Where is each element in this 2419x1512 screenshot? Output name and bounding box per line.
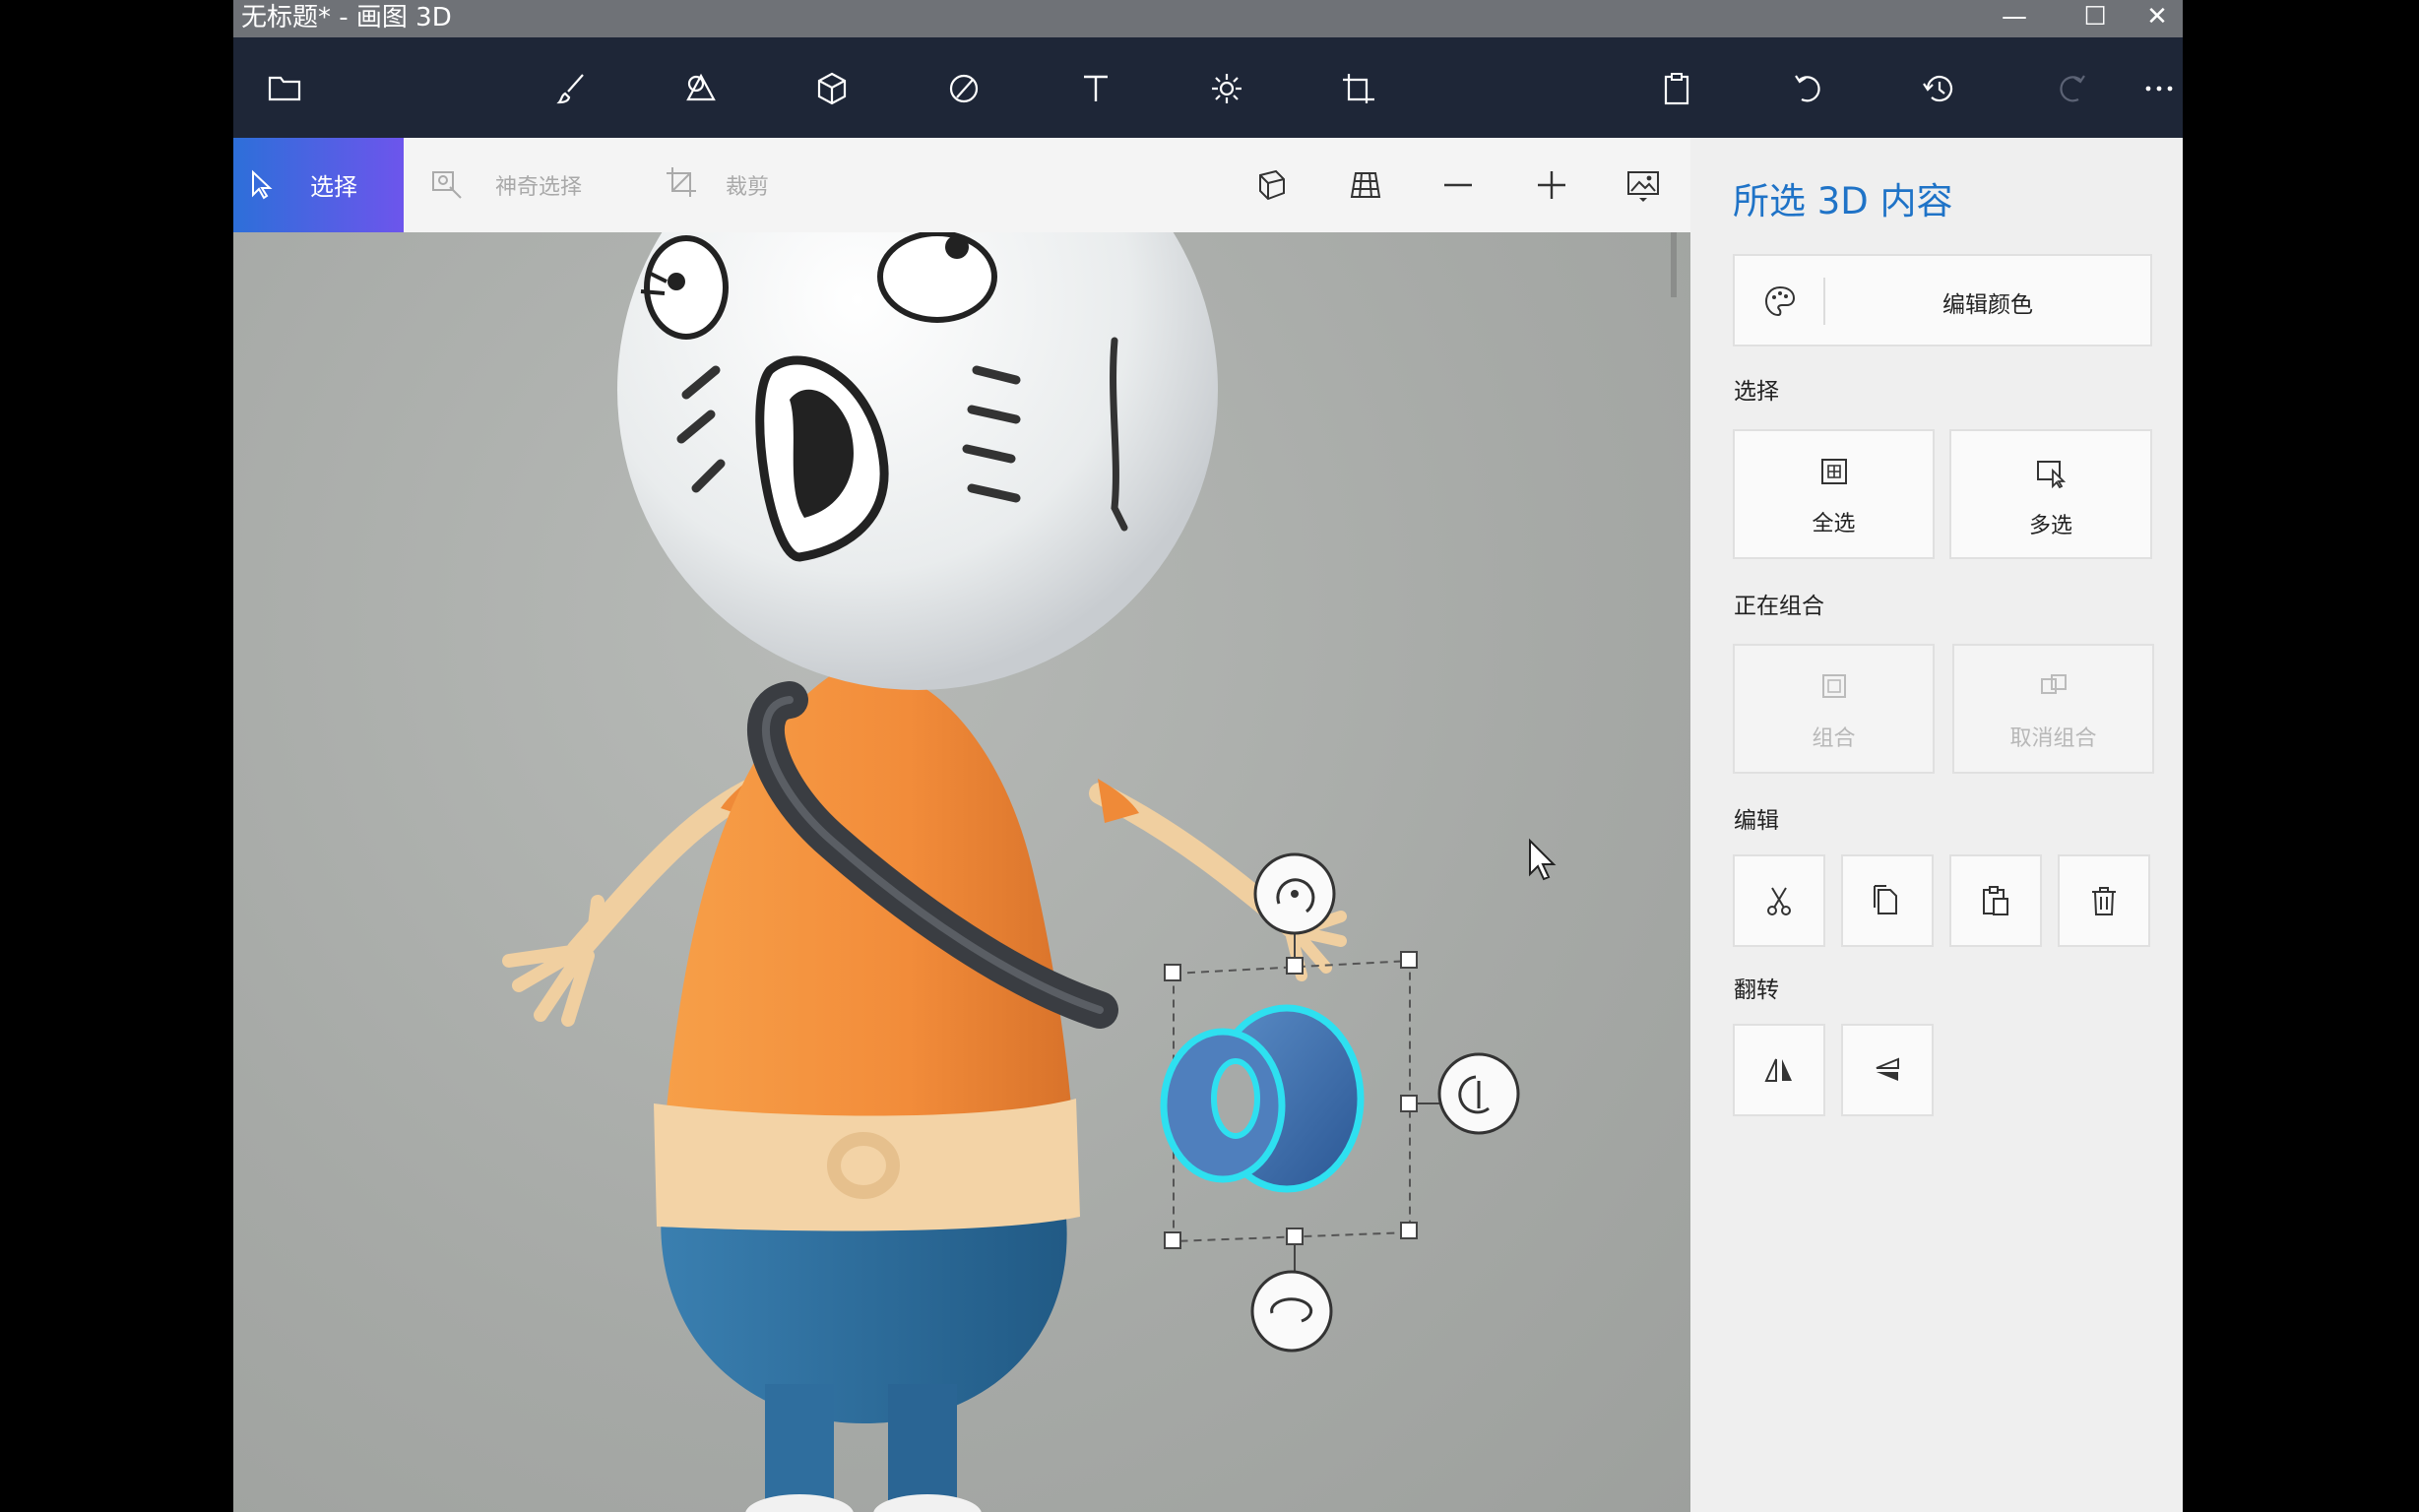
- paste-icon: [1983, 886, 2008, 915]
- edit-color-button[interactable]: 编辑颜色: [1733, 254, 2152, 346]
- panel-title: 所选 3D 内容: [1733, 180, 1953, 222]
- multi-select-icon: [2037, 461, 2067, 488]
- magic-select-icon: [432, 171, 462, 199]
- magic-select-label: 神奇选择: [495, 175, 583, 200]
- copy-icon: [1874, 885, 1897, 914]
- grid-view-icon: [1350, 172, 1381, 198]
- history-button[interactable]: [1908, 57, 1971, 120]
- brush-icon: [556, 74, 584, 104]
- title-bar: 无标题* - 画图 3D — ☐ ✕: [233, 0, 2183, 37]
- shirt: [657, 668, 1075, 1177]
- group-section-heading: 正在组合: [1734, 594, 1824, 619]
- canvas-button[interactable]: [1326, 57, 1389, 120]
- multi-select-button[interactable]: 多选: [1949, 429, 2152, 559]
- ungroup-button[interactable]: 取消组合: [1952, 644, 2154, 774]
- multi-select-label: 多选: [2028, 514, 2072, 538]
- history-icon: [1923, 76, 1953, 102]
- select-section-heading: 选择: [1734, 379, 1779, 405]
- 3d-view-button[interactable]: [1244, 158, 1300, 213]
- minimize-button[interactable]: —: [1970, 0, 2059, 37]
- belly: [654, 1099, 1080, 1231]
- vertical-scrollbar[interactable]: [1671, 232, 1677, 297]
- paint3d-window: 无标题* - 画图 3D — ☐ ✕ 选择 神奇选择 裁剪 所选 3D 内容 编…: [233, 0, 2183, 1512]
- selected-ring-object[interactable]: [1160, 1004, 1365, 1193]
- rotate-y-handle[interactable]: [1437, 1052, 1520, 1135]
- rotate-x-handle[interactable]: [1253, 852, 1336, 935]
- background-image-button[interactable]: [1616, 158, 1671, 213]
- more-icon: [2145, 86, 2173, 92]
- 2d-shapes-icon: [686, 73, 716, 101]
- text-button[interactable]: [1064, 57, 1127, 120]
- edit-section-heading: 编辑: [1734, 808, 1779, 834]
- grid-view-button[interactable]: [1338, 158, 1393, 213]
- ungroup-label: 取消组合: [2009, 726, 2097, 751]
- zoom-out-button[interactable]: [1431, 158, 1486, 213]
- app-bar: [233, 37, 2183, 138]
- zoom-in-icon: [1538, 171, 1565, 199]
- brushes-button[interactable]: [541, 57, 604, 120]
- mouse-cursor: [1529, 838, 1557, 881]
- pants: [661, 1207, 1067, 1423]
- 3d-canvas[interactable]: [233, 232, 1690, 1512]
- close-button[interactable]: ✕: [2132, 0, 2183, 37]
- zoom-in-button[interactable]: [1524, 158, 1579, 213]
- effects-button[interactable]: [1195, 57, 1258, 120]
- 3d-shapes-icon: [817, 72, 847, 105]
- group-label: 组合: [1812, 726, 1856, 751]
- flip-vertical-icon: [1876, 1057, 1899, 1081]
- delete-button[interactable]: [2058, 854, 2150, 947]
- crop-icon: [667, 167, 696, 197]
- left-shoe: [745, 1494, 854, 1512]
- edit-color-label: 编辑颜色: [1942, 292, 2033, 318]
- cut-icon: [1767, 887, 1791, 915]
- flip-horizontal-button[interactable]: [1733, 1024, 1825, 1116]
- select-all-label: 全选: [1812, 512, 1856, 536]
- delete-icon: [2092, 887, 2116, 915]
- select-tool-label: 选择: [310, 173, 357, 201]
- crop-label: 裁剪: [726, 175, 770, 200]
- selection-toolbar: 选择 神奇选择 裁剪: [233, 138, 1690, 232]
- head: [617, 232, 1218, 690]
- flip-section-heading: 翻转: [1734, 977, 1779, 1003]
- palette-icon: [1764, 285, 1796, 317]
- select-all-button[interactable]: 全选: [1733, 429, 1935, 559]
- stickers-icon: [949, 74, 979, 103]
- 3d-shapes-button[interactable]: [800, 57, 863, 120]
- folder-icon: [268, 76, 301, 101]
- redo-icon: [2060, 75, 2085, 102]
- cut-button[interactable]: [1733, 854, 1825, 947]
- zoom-out-icon: [1444, 183, 1472, 187]
- group-button[interactable]: 组合: [1733, 644, 1935, 774]
- canvas-icon: [1343, 74, 1374, 103]
- redo-button[interactable]: [2040, 57, 2103, 120]
- right-leg: [888, 1384, 957, 1512]
- properties-panel: 所选 3D 内容 编辑颜色 选择 全选 多选 正在组合 组合 取消组合 编辑 翻…: [1690, 138, 2183, 1512]
- stickers-button[interactable]: [932, 57, 995, 120]
- select-tool-button[interactable]: 选择: [233, 138, 404, 232]
- left-leg: [765, 1384, 834, 1512]
- ungroup-icon: [2040, 674, 2067, 694]
- menu-folder-button[interactable]: [253, 57, 316, 120]
- paste-icon: [1664, 73, 1689, 105]
- paste-panel-button[interactable]: [1949, 854, 2042, 947]
- effects-icon: [1212, 74, 1241, 103]
- undo-icon: [1795, 75, 1820, 102]
- select-all-icon: [1820, 459, 1847, 484]
- flip-horizontal-icon: [1764, 1058, 1792, 1082]
- flip-vertical-button[interactable]: [1841, 1024, 1934, 1116]
- more-button[interactable]: [2128, 57, 2183, 120]
- window-title: 无标题* - 画图 3D: [241, 3, 452, 32]
- cursor-icon: [252, 169, 273, 200]
- 3d-scene[interactable]: [233, 232, 1690, 1512]
- text-icon: [1084, 75, 1108, 101]
- rotate-z-handle[interactable]: [1250, 1270, 1333, 1353]
- 3d-view-icon: [1259, 169, 1285, 201]
- group-icon: [1821, 674, 1846, 698]
- paste-button[interactable]: [1645, 57, 1708, 120]
- background-image-icon: [1627, 171, 1659, 202]
- copy-button[interactable]: [1841, 854, 1934, 947]
- 2d-shapes-button[interactable]: [669, 57, 732, 120]
- undo-button[interactable]: [1777, 57, 1840, 120]
- maximize-button[interactable]: ☐: [2051, 0, 2139, 37]
